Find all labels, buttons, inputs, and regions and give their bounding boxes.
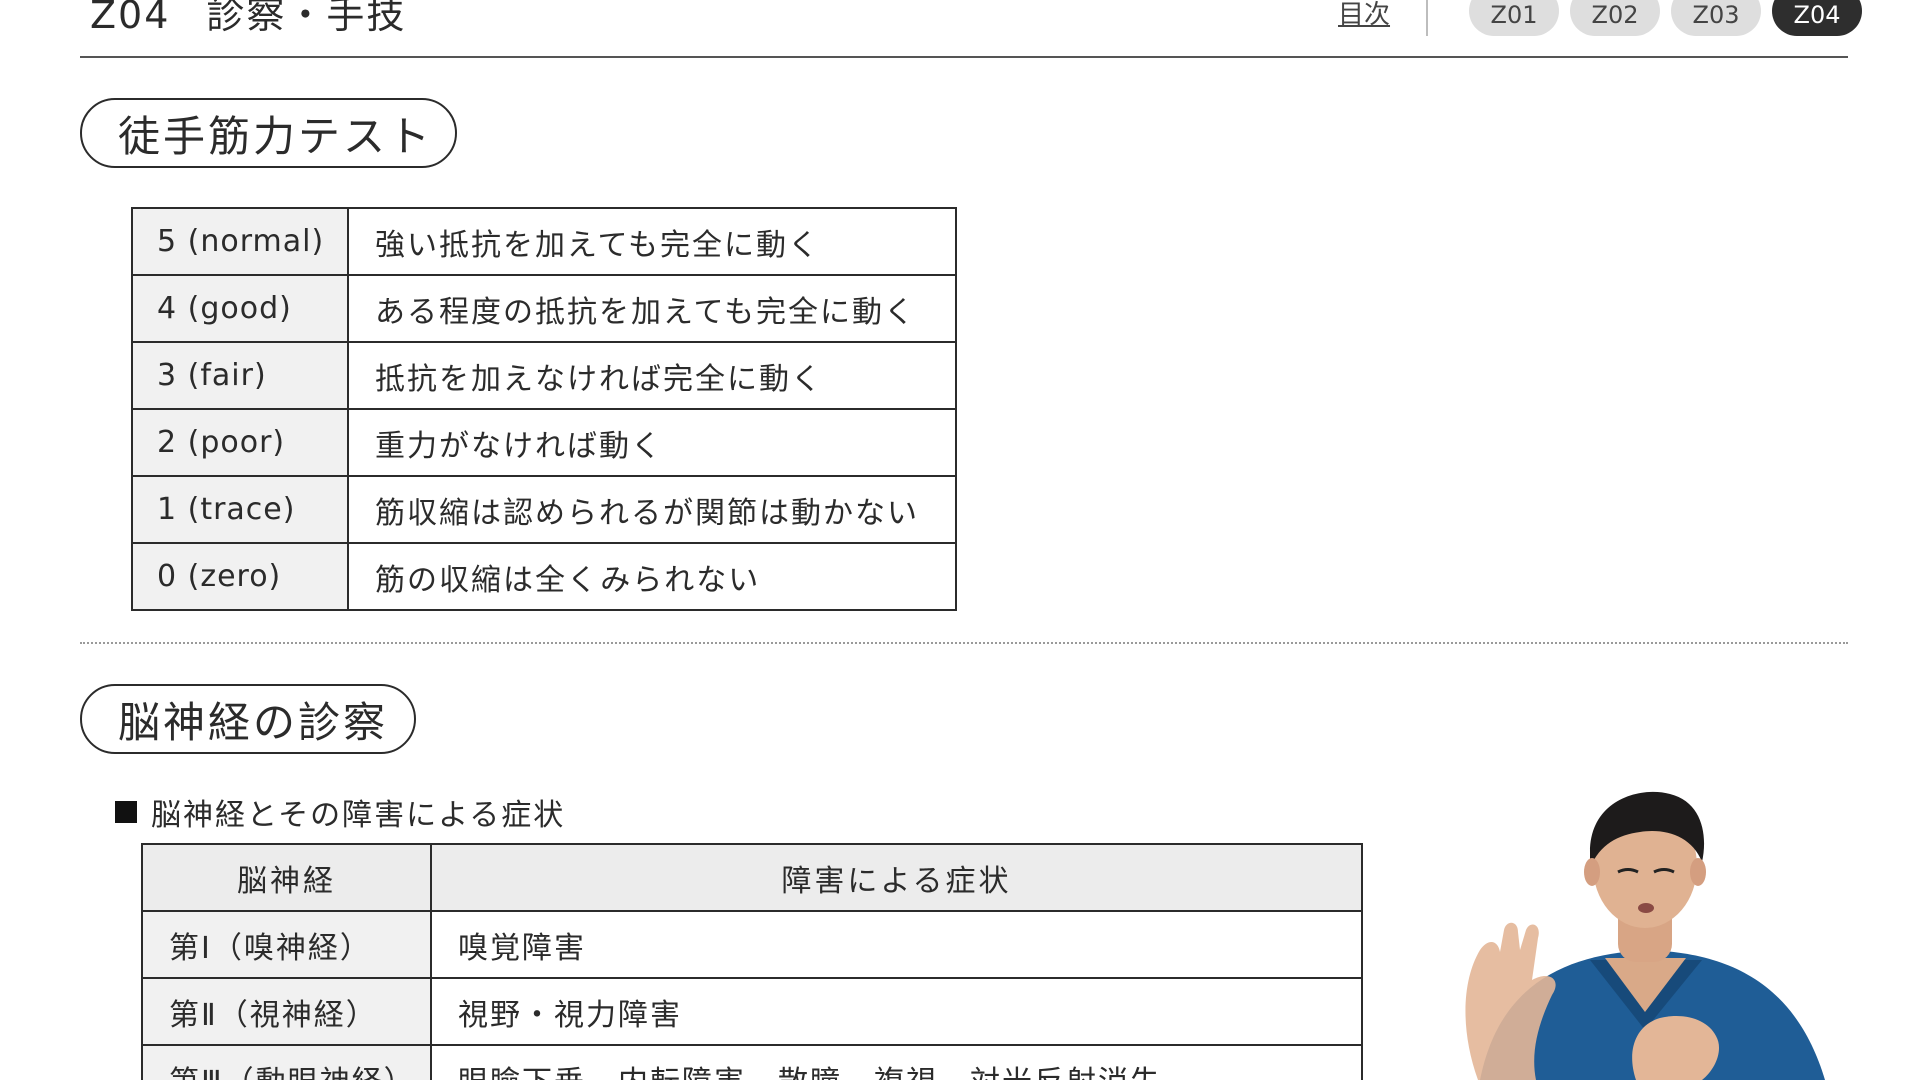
table-row: 第Ⅰ（嗅神経） 嗅覚障害 — [141, 910, 1363, 979]
table-row: 0 (zero) 筋の収縮は全くみられない — [131, 542, 957, 611]
table-header-row: 脳神経 障害による症状 — [141, 843, 1363, 912]
subheading-text: 脳神経とその障害による症状 — [151, 798, 566, 833]
mmt-table: 5 (normal) 強い抵抗を加えても完全に動く 4 (good) ある程度の… — [131, 207, 957, 611]
chapter-tab-z02[interactable]: Z02 — [1570, 0, 1660, 36]
page-title: Z04 診察・手技 — [90, 0, 406, 39]
table-row: 5 (normal) 強い抵抗を加えても完全に動く — [131, 207, 957, 276]
chapter-tab-z01[interactable]: Z01 — [1469, 0, 1559, 36]
column-header-symptom: 障害による症状 — [430, 843, 1363, 912]
mmt-grade: 4 (good) — [131, 274, 349, 343]
mmt-description: 筋収縮は認められるが関節は動かない — [347, 475, 957, 544]
mmt-grade: 5 (normal) — [131, 207, 349, 276]
column-header-nerve: 脳神経 — [141, 843, 432, 912]
slide-page: Z04 診察・手技 目次 Z01 Z02 Z03 Z04 徒手筋力テスト 5 (n… — [0, 0, 1920, 1080]
table-row: 第Ⅱ（視神経） 視野・視力障害 — [141, 977, 1363, 1046]
table-row: 第Ⅲ（動眼神経） 眼瞼下垂、内転障害、散瞳、複視、対光反射消失 — [141, 1044, 1363, 1080]
bullet-square-icon — [115, 801, 137, 823]
section-heading-cranial-nerves: 脳神経の診察 — [80, 684, 416, 754]
table-row: 1 (trace) 筋収縮は認められるが関節は動かない — [131, 475, 957, 544]
mmt-grade: 2 (poor) — [131, 408, 349, 477]
cranial-nerve-table: 脳神経 障害による症状 第Ⅰ（嗅神経） 嗅覚障害 第Ⅱ（視神経） 視野・視力障害… — [141, 843, 1363, 1080]
chapter-code: Z04 — [90, 0, 171, 37]
mmt-description: 筋の収縮は全くみられない — [347, 542, 957, 611]
nerve-name: 第Ⅰ（嗅神経） — [141, 910, 432, 979]
chapter-tab-z03[interactable]: Z03 — [1671, 0, 1761, 36]
header-rule — [80, 56, 1848, 58]
nerve-symptom: 視野・視力障害 — [430, 977, 1363, 1046]
mmt-grade: 0 (zero) — [131, 542, 349, 611]
section-heading-mmt: 徒手筋力テスト — [80, 98, 457, 168]
chapter-nav: Z01 Z02 Z03 Z04 — [1469, 0, 1862, 36]
mmt-description: 重力がなければ動く — [347, 408, 957, 477]
nerve-symptom: 眼瞼下垂、内転障害、散瞳、複視、対光反射消失 — [430, 1044, 1363, 1080]
header-divider — [1426, 0, 1428, 36]
table-row: 4 (good) ある程度の抵抗を加えても完全に動く — [131, 274, 957, 343]
presenter-video — [1465, 791, 1825, 1080]
table-row: 3 (fair) 抵抗を加えなければ完全に動く — [131, 341, 957, 410]
subheading: 脳神経とその障害による症状 — [115, 790, 565, 834]
chapter-title: 診察・手技 — [206, 0, 407, 37]
mmt-grade: 3 (fair) — [131, 341, 349, 410]
section-divider — [80, 642, 1848, 644]
nerve-symptom: 嗅覚障害 — [430, 910, 1363, 979]
table-row: 2 (poor) 重力がなければ動く — [131, 408, 957, 477]
chapter-tab-z04[interactable]: Z04 — [1772, 0, 1862, 36]
nerve-name: 第Ⅱ（視神経） — [141, 977, 432, 1046]
mmt-grade: 1 (trace) — [131, 475, 349, 544]
mmt-description: ある程度の抵抗を加えても完全に動く — [347, 274, 957, 343]
table-of-contents-link[interactable]: 目次 — [1338, 0, 1390, 31]
nerve-name: 第Ⅲ（動眼神経） — [141, 1044, 432, 1080]
mmt-description: 抵抗を加えなければ完全に動く — [347, 341, 957, 410]
mmt-description: 強い抵抗を加えても完全に動く — [347, 207, 957, 276]
